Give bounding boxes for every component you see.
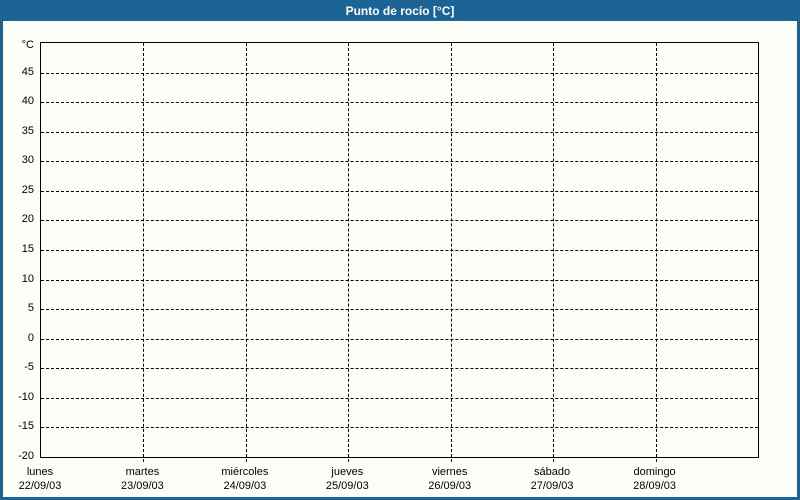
y-grid-line — [41, 102, 758, 104]
y-grid-line — [41, 427, 758, 429]
y-grid-line — [41, 72, 758, 74]
y-grid-line — [41, 368, 758, 370]
y-grid-line — [41, 397, 758, 399]
y-tick-label: 20 — [21, 213, 34, 226]
y-tick-label: 0 — [27, 331, 34, 344]
y-grid-line — [41, 220, 758, 222]
y-grid-line — [41, 309, 758, 311]
y-grid-line — [41, 250, 758, 251]
y-tick-label: -20 — [18, 450, 34, 462]
y-grid-line — [41, 338, 758, 340]
x-grid-line — [655, 43, 657, 462]
y-tick-label: -15 — [18, 420, 34, 433]
x-grid-line — [143, 43, 145, 462]
x-grid-line — [553, 43, 555, 462]
chart-window: Punto de rocío [°C] °C 45 40 35 30 25 20 15 10 5… — [0, 0, 800, 500]
x-day-label: domingo — [633, 466, 676, 478]
y-tick-label: 25 — [21, 183, 34, 196]
x-grid-line — [245, 43, 247, 462]
y-grid-line — [41, 190, 758, 192]
y-grid-line — [41, 279, 758, 281]
x-grid-line — [450, 43, 452, 462]
y-tick-label: -10 — [18, 390, 34, 403]
y-tick-label: -5 — [24, 361, 34, 374]
chart-title-bar: Punto de rocío [°C] — [0, 0, 800, 21]
y-tick-label: 10 — [21, 272, 34, 285]
y-grid-line — [41, 131, 758, 133]
x-date-label: 28/09/03 — [633, 480, 676, 492]
plot-area — [40, 42, 759, 462]
y-tick-label: 40 — [21, 95, 34, 108]
x-grid-line — [348, 43, 350, 462]
y-grid-line — [41, 161, 758, 163]
y-tick-label: 45 — [21, 65, 34, 78]
y-axis-unit-label: °C — [21, 39, 34, 51]
chart-title: Punto de rocío [°C] — [345, 3, 455, 18]
y-tick-label: 35 — [21, 124, 34, 137]
y-tick-label: 5 — [27, 302, 34, 315]
y-tick-label: 15 — [21, 243, 34, 255]
y-tick-label: 30 — [21, 154, 34, 167]
